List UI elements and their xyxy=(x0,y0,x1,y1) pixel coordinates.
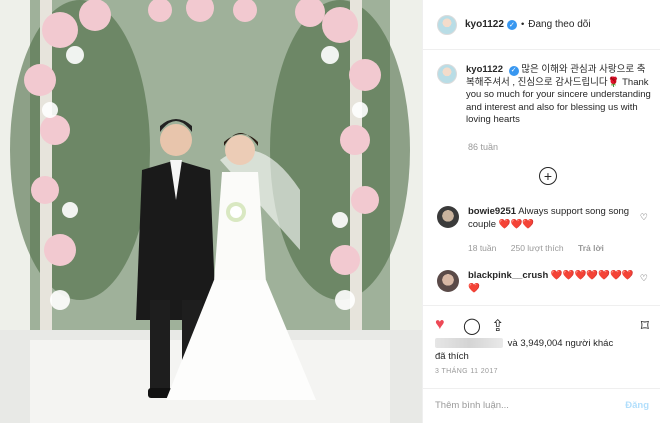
likes-summary[interactable]: và 3,949,004 người khác xyxy=(435,338,613,349)
comment-item: bowie9251 Always support song song coupl… xyxy=(437,206,651,231)
wedding-photo-illustration xyxy=(0,0,422,423)
post-side-panel: kyo1122 ✓ • Đang theo dõi kyo1122 ✓ 많은 이… xyxy=(422,0,660,423)
comment-body: blackpink__crush ❤️❤️❤️❤️❤️❤️❤️❤️ xyxy=(468,270,638,295)
follow-status-button[interactable]: Đang theo dõi xyxy=(528,19,590,30)
comment-body: bowie9251 Always support song song coupl… xyxy=(468,206,638,231)
verified-badge-icon: ✓ xyxy=(506,19,517,30)
post-date: 3 THÁNG 11 2017 xyxy=(435,368,498,375)
commenter-avatar[interactable] xyxy=(437,206,459,228)
author-avatar[interactable] xyxy=(437,14,457,35)
comment-meta: 18 tuần 250 lượt thích Trả lời xyxy=(468,243,616,253)
caption: kyo1122 ✓ 많은 이해와 관심과 사랑으로 축복해주셔서 , 진심으로 … xyxy=(437,64,651,127)
likes-suffix: đã thích xyxy=(435,351,469,362)
comment-like-heart-icon[interactable]: ♡ xyxy=(640,273,648,284)
comment-username[interactable]: blackpink__crush xyxy=(468,270,548,281)
verified-badge-icon: ✓ xyxy=(508,66,519,77)
separator-dot: • xyxy=(520,19,525,30)
share-icon[interactable]: ⇪ xyxy=(491,316,504,336)
add-comment-bar: Thêm bình luận... Đăng xyxy=(423,388,660,423)
comment-item: blackpink__crush ❤️❤️❤️❤️❤️❤️❤️❤️ xyxy=(437,270,651,295)
comment-reply-button[interactable]: Trả lời xyxy=(578,243,604,253)
caption-time: 86 tuần xyxy=(468,142,499,152)
commenter-avatar[interactable] xyxy=(437,270,459,292)
blurred-liker-name xyxy=(435,338,503,349)
likes-count: và 3,949,004 người khác xyxy=(507,338,614,349)
comment-bubble-icon[interactable]: ◯ xyxy=(463,316,481,336)
load-more-comments-plus-icon[interactable]: + xyxy=(539,167,557,185)
post-header: kyo1122 ✓ • Đang theo dõi xyxy=(423,0,660,50)
author-username[interactable]: kyo1122 xyxy=(465,19,504,30)
save-bookmark-icon[interactable]: ⌑ xyxy=(641,316,649,336)
caption-avatar[interactable] xyxy=(437,64,457,84)
post-comment-button[interactable]: Đăng xyxy=(625,400,649,411)
comment-username[interactable]: bowie9251 xyxy=(468,206,516,217)
comment-like-count[interactable]: 250 lượt thích xyxy=(511,243,564,253)
caption-body: kyo1122 ✓ 많은 이해와 관심과 사랑으로 축복해주셔서 , 진심으로 … xyxy=(466,64,651,127)
caption-username[interactable]: kyo1122 xyxy=(466,64,503,75)
comment-time: 18 tuần xyxy=(468,243,497,253)
comment-input[interactable]: Thêm bình luận... xyxy=(435,400,509,411)
comment-like-heart-icon[interactable]: ♡ xyxy=(640,212,648,223)
like-heart-icon[interactable]: ♥ xyxy=(435,316,445,334)
post-photo[interactable] xyxy=(0,0,422,423)
